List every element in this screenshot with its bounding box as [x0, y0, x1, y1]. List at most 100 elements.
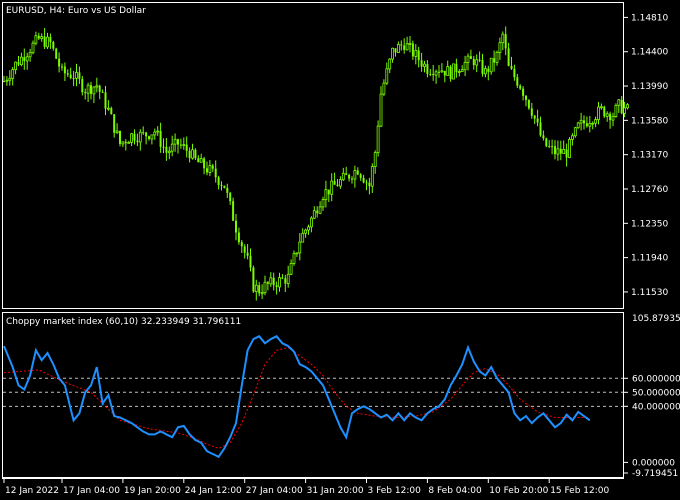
candle	[19, 52, 23, 67]
candle	[284, 274, 287, 293]
candle	[211, 163, 214, 172]
candle	[162, 138, 165, 154]
candle	[469, 49, 472, 60]
candle	[292, 250, 296, 266]
candle	[414, 44, 418, 65]
candle	[330, 173, 334, 202]
candle	[130, 132, 134, 147]
candle	[159, 122, 162, 153]
candle	[316, 206, 319, 218]
candle	[75, 63, 78, 87]
candle	[249, 248, 252, 272]
candle	[434, 69, 438, 84]
candle	[411, 40, 414, 60]
candle	[559, 140, 562, 161]
candle	[376, 120, 380, 157]
candle	[466, 53, 470, 71]
time-axis: 12 Jan 2022 17 Jan 04:00 19 Jan 20:00 24 Ja…	[3, 479, 610, 496]
candle	[440, 63, 444, 73]
candle	[385, 62, 389, 86]
candle	[481, 53, 484, 77]
candle	[556, 140, 560, 161]
candle	[258, 281, 261, 297]
candle	[501, 31, 505, 51]
candle	[348, 173, 351, 182]
price-label: 1.14400	[631, 48, 668, 58]
candle	[504, 26, 507, 56]
candle	[585, 116, 588, 128]
candle	[145, 131, 148, 145]
main-chart-title: EURUSD, H4: Euro vs US Dollar	[6, 6, 146, 16]
candle	[185, 136, 188, 158]
signal-line	[3, 346, 590, 449]
price-label: 1.11530	[631, 288, 668, 298]
candle	[177, 138, 179, 154]
candle	[86, 82, 90, 102]
candle	[338, 176, 342, 189]
candle	[14, 61, 18, 75]
candle	[362, 174, 365, 184]
candle	[345, 166, 348, 175]
candle	[115, 123, 119, 134]
candle	[542, 130, 545, 141]
candle	[170, 135, 174, 157]
price-label: 1.13990	[631, 82, 668, 92]
candle	[81, 75, 84, 96]
candle	[400, 40, 403, 51]
candle	[301, 228, 305, 243]
candle	[165, 138, 168, 161]
candle	[243, 244, 246, 259]
choppy-index-line	[3, 335, 591, 459]
candle	[594, 116, 597, 128]
chart-window[interactable]: 1.14810 1.14400 1.13990 1.13580 1.13170 1.127…	[0, 0, 680, 500]
candle	[576, 121, 580, 129]
candle	[405, 36, 409, 51]
candle	[321, 196, 325, 211]
candle	[197, 155, 200, 163]
candle	[206, 161, 208, 176]
candle	[519, 84, 522, 91]
candle	[142, 126, 145, 135]
candle	[478, 51, 481, 63]
candle	[235, 214, 237, 241]
candle	[269, 272, 273, 287]
candle	[460, 65, 464, 72]
candle	[483, 65, 487, 78]
candle	[513, 64, 516, 81]
candle	[191, 143, 194, 160]
candle	[417, 46, 420, 68]
price-label: 1.12760	[631, 185, 668, 195]
candle	[55, 47, 58, 60]
candle	[246, 243, 249, 260]
candle	[620, 95, 623, 115]
indicator-axis: 105.879358 60.000000 50.000000 40.000000 0.0…	[624, 314, 680, 479]
candle	[272, 272, 275, 291]
level-lines	[3, 377, 623, 407]
candle	[388, 58, 392, 74]
candle	[571, 133, 574, 146]
candle	[173, 133, 177, 152]
candle	[90, 81, 92, 100]
time-label: 27 Jan 04:00	[246, 486, 303, 496]
candle	[148, 135, 150, 141]
candle	[489, 57, 493, 75]
time-label: 10 Feb 20:00	[489, 486, 548, 496]
candle	[98, 84, 101, 100]
candle	[240, 240, 243, 254]
candle	[562, 140, 566, 154]
candle	[295, 252, 299, 257]
candle	[217, 175, 220, 190]
candle	[232, 197, 235, 222]
price-axis: 1.14810 1.14400 1.13990 1.13580 1.13170 1.127…	[624, 13, 668, 298]
candle	[31, 40, 35, 55]
candle	[498, 37, 502, 60]
candle	[52, 40, 55, 51]
candle	[605, 111, 609, 122]
candle	[298, 233, 302, 261]
indicator-axis-label: -9.719451	[632, 469, 678, 479]
candle	[25, 52, 29, 70]
trading-terminal: 1.14810 1.14400 1.13990 1.13580 1.13170 1.127…	[0, 0, 680, 500]
candle	[84, 88, 87, 100]
candle	[61, 63, 63, 71]
time-label: 8 Feb 04:00	[428, 486, 482, 496]
